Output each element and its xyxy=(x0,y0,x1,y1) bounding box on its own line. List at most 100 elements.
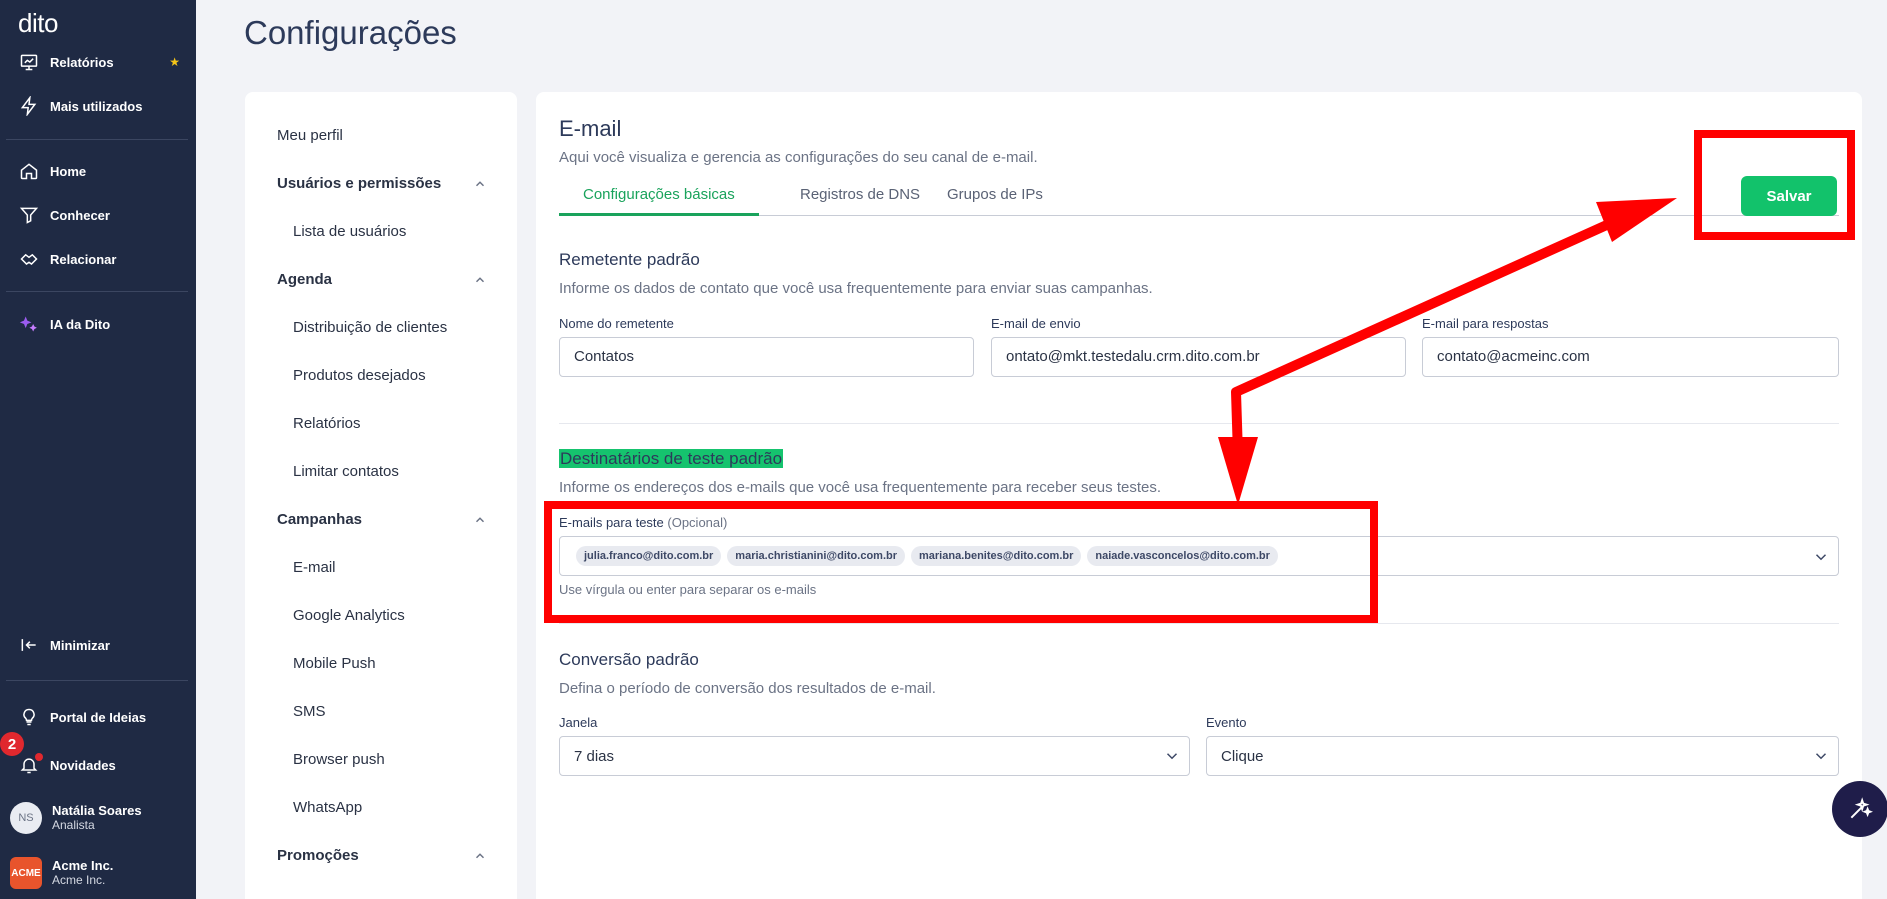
sidebar-item-label: Relacionar xyxy=(50,251,117,267)
group-label: Campanhas xyxy=(277,511,363,528)
settings-nav-produtos[interactable]: Produtos desejados xyxy=(293,367,426,384)
settings-nav-relatorios[interactable]: Relatórios xyxy=(293,415,361,432)
user-name: Natália Soares xyxy=(52,803,142,818)
annotation-box-test-emails xyxy=(544,501,1378,623)
email-description: Aqui você visualiza e gerencia as config… xyxy=(559,149,1038,166)
bolt-icon xyxy=(18,95,40,117)
chevron-down-icon[interactable] xyxy=(1812,548,1830,566)
sidebar-item-home[interactable]: Home xyxy=(0,153,196,189)
tab-configuracoes-basicas[interactable]: Configurações básicas xyxy=(559,184,759,216)
sidebar-item-label: Conhecer xyxy=(50,207,110,223)
sidebar-item-conhecer[interactable]: Conhecer xyxy=(0,197,196,233)
user-role: Analista xyxy=(52,818,95,832)
sidebar-divider xyxy=(6,291,188,292)
sender-name-input[interactable]: Contatos xyxy=(559,337,974,377)
settings-nav: Meu perfil Usuários e permissões Lista d… xyxy=(245,92,517,899)
settings-nav-group-usuarios[interactable]: Usuários e permissões xyxy=(277,175,487,192)
tab-grupos-ips[interactable]: Grupos de IPs xyxy=(923,184,1067,216)
sidebar-item-minimizar[interactable]: Minimizar xyxy=(0,627,196,663)
event-label: Evento xyxy=(1206,715,1247,730)
conversion-title: Conversão padrão xyxy=(559,650,699,669)
event-select[interactable]: Clique xyxy=(1206,736,1839,776)
handshake-icon xyxy=(18,248,40,270)
settings-nav-limitar[interactable]: Limitar contatos xyxy=(293,463,399,480)
settings-nav-email[interactable]: E-mail xyxy=(293,559,336,576)
sender-from-input[interactable]: ontato@mkt.testedalu.crm.dito.com.br xyxy=(991,337,1406,377)
sparkle-icon xyxy=(1850,797,1873,819)
select-value: 7 dias xyxy=(574,747,615,765)
chevron-up-icon xyxy=(475,277,485,283)
tab-registros-dns[interactable]: Registros de DNS xyxy=(776,184,944,216)
settings-nav-browser-push[interactable]: Browser push xyxy=(293,751,385,768)
sidebar-item-portal-de-ideias[interactable]: Portal de Ideias xyxy=(0,699,196,735)
avatar: NS xyxy=(10,802,42,834)
sender-description: Informe os dados de contato que você usa… xyxy=(559,280,1153,297)
notification-count-badge: 2 xyxy=(0,732,24,756)
acme-logo: ACME xyxy=(10,857,42,889)
page-title: Configurações xyxy=(244,14,457,51)
settings-nav-group-promocoes[interactable]: Promoções xyxy=(277,847,487,864)
assistant-button[interactable] xyxy=(1832,781,1887,837)
sidebar-divider xyxy=(6,680,188,681)
group-label: Usuários e permissões xyxy=(277,175,442,192)
settings-nav-whatsapp[interactable]: WhatsApp xyxy=(293,799,362,816)
chevron-down-icon xyxy=(1815,753,1827,760)
conversion-description: Defina o período de conversão dos result… xyxy=(559,680,936,697)
sidebar-divider xyxy=(6,139,188,140)
notification-dot xyxy=(35,753,43,761)
settings-nav-group-agenda[interactable]: Agenda xyxy=(277,271,487,288)
highlighted-title: Destinatários de teste padrão xyxy=(559,449,784,468)
chevron-up-icon xyxy=(475,853,485,859)
sidebar-item-relacionar[interactable]: Relacionar xyxy=(0,241,196,277)
settings-nav-group-campanhas[interactable]: Campanhas xyxy=(277,511,487,528)
collapse-icon xyxy=(18,634,40,656)
sender-reply-input[interactable]: contato@acmeinc.com xyxy=(1422,337,1839,377)
sidebar-item-label: Mais utilizados xyxy=(50,98,143,114)
email-tabs: Configurações básicas Registros de DNS G… xyxy=(559,184,1839,216)
chevron-up-icon xyxy=(475,181,485,187)
sidebar-item-label: Portal de Ideias xyxy=(50,709,147,725)
sidebar-item-ia-da-dito[interactable]: IA da Dito xyxy=(0,306,196,342)
dito-logo[interactable]: dito xyxy=(18,8,58,39)
org-sub: Acme Inc. xyxy=(52,873,106,887)
settings-nav-google-analytics[interactable]: Google Analytics xyxy=(293,607,405,624)
test-recipients-description: Informe os endereços dos e-mails que voc… xyxy=(559,479,1161,496)
sidebar-item-label: Minimizar xyxy=(50,637,110,653)
sidebar-item-mais-utilizados[interactable]: Mais utilizados xyxy=(0,88,196,124)
section-divider xyxy=(559,623,1839,624)
sender-title: Remetente padrão xyxy=(559,250,700,269)
select-value: Clique xyxy=(1221,747,1264,765)
group-label: Agenda xyxy=(277,271,333,288)
settings-nav-lista-usuarios[interactable]: Lista de usuários xyxy=(293,223,406,240)
home-icon xyxy=(18,160,40,182)
window-select[interactable]: 7 dias xyxy=(559,736,1190,776)
sidebar-item-label: Novidades xyxy=(50,757,116,773)
settings-nav-sms[interactable]: SMS xyxy=(293,703,326,720)
sender-from-label: E-mail de envio xyxy=(991,316,1081,331)
settings-nav-meu-perfil[interactable]: Meu perfil xyxy=(277,127,343,144)
user-profile[interactable]: NS Natália Soares Analista xyxy=(10,798,190,838)
email-settings-panel: E-mail Aqui você visualiza e gerencia as… xyxy=(536,92,1862,899)
sidebar-item-label: Relatórios xyxy=(50,54,114,70)
chevron-up-icon xyxy=(475,517,485,523)
sparkle-icon xyxy=(18,313,40,335)
funnel-icon xyxy=(18,204,40,226)
bulb-icon xyxy=(18,706,40,728)
sidebar: dito Relatórios ★ Mais utilizados Home C… xyxy=(0,0,196,899)
sidebar-item-label: IA da Dito xyxy=(50,316,111,332)
settings-nav-mobile-push[interactable]: Mobile Push xyxy=(293,655,376,672)
annotation-box-save xyxy=(1694,130,1855,240)
email-title: E-mail xyxy=(559,116,622,141)
org-switcher[interactable]: ACME Acme Inc. Acme Inc. xyxy=(10,853,190,893)
sender-reply-label: E-mail para respostas xyxy=(1422,316,1549,331)
settings-nav-distribuicao[interactable]: Distribuição de clientes xyxy=(293,319,447,336)
test-recipients-title: Destinatários de teste padrão xyxy=(559,449,784,469)
star-icon: ★ xyxy=(169,55,180,69)
sidebar-item-relatorios[interactable]: Relatórios ★ xyxy=(0,44,196,80)
sender-name-label: Nome do remetente xyxy=(559,316,674,331)
report-icon xyxy=(18,51,40,73)
group-label: Promoções xyxy=(277,847,359,864)
org-name: Acme Inc. xyxy=(52,858,114,873)
sidebar-item-novidades[interactable]: Novidades xyxy=(0,747,196,783)
section-divider xyxy=(559,423,1839,424)
